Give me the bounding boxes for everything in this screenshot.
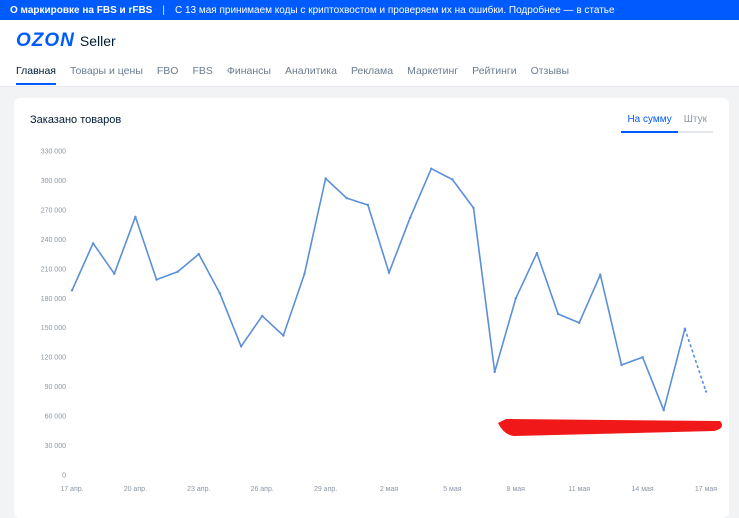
data-point [239, 345, 243, 348]
x-tick-label: 2 мая [380, 486, 399, 493]
top-header: OZON Seller Главная Товары и цены FBO FB… [0, 20, 739, 87]
x-tick-label: 17 апр. [60, 486, 83, 493]
y-tick-label: 90 000 [45, 384, 67, 391]
data-point [345, 196, 348, 200]
x-tick-label: 11 мая [568, 486, 590, 493]
data-point [535, 251, 539, 255]
data-point [662, 409, 665, 412]
tab-analytics[interactable]: Аналитика [285, 65, 337, 85]
announcement-banner[interactable]: О маркировке на FBS и rFBS | С 13 мая пр… [0, 0, 739, 20]
x-tick-label: 23 апр. [187, 486, 210, 493]
data-point [430, 167, 433, 170]
orders-chart-card: Заказано товаров На сумму Штук 0 30 000 60… [14, 98, 729, 518]
x-tick-label: 29 апр. [314, 486, 337, 493]
tab-fbo[interactable]: FBO [157, 65, 179, 85]
data-point [155, 278, 158, 281]
x-tick-label: 14 мая [631, 486, 653, 493]
tab-marketing[interactable]: Маркетинг [407, 65, 458, 85]
data-point [113, 272, 116, 275]
logo-brand: OZON [16, 30, 75, 51]
y-tick-label: 30 000 [45, 443, 67, 450]
ozon-seller-logo[interactable]: OZON Seller [16, 30, 116, 52]
data-point [556, 312, 560, 316]
series-forecast-segment [684, 328, 707, 392]
data-point [324, 177, 327, 180]
data-point [641, 355, 644, 359]
banner-separator: | [162, 4, 165, 16]
banner-text[interactable]: С 13 мая принимаем коды с криптохвостом … [175, 5, 615, 16]
y-tick-label: 0 [62, 473, 66, 480]
tab-products[interactable]: Товары и цены [70, 65, 143, 85]
tab-fbs[interactable]: FBS [192, 65, 212, 85]
tab-ads[interactable]: Реклама [351, 65, 393, 85]
banner-title[interactable]: О маркировке на FBS и rFBS [10, 5, 152, 16]
data-point [70, 289, 74, 292]
y-tick-label: 150 000 [41, 325, 66, 332]
data-point [218, 292, 222, 295]
y-tick-label: 300 000 [41, 178, 66, 185]
y-tick-label: 180 000 [41, 296, 66, 303]
tab-finance[interactable]: Финансы [227, 65, 271, 85]
data-point [514, 297, 517, 300]
tab-ratings[interactable]: Рейтинги [472, 65, 516, 85]
data-point [620, 363, 623, 367]
y-tick-label: 120 000 [41, 355, 66, 362]
logo-product: Seller [79, 33, 116, 49]
data-point [493, 370, 496, 374]
y-tick-label: 210 000 [41, 266, 66, 273]
data-point [197, 252, 200, 256]
data-point [282, 334, 285, 337]
redaction-mark [498, 419, 722, 436]
x-tick-label: 26 апр. [251, 486, 274, 493]
data-point [91, 242, 95, 245]
y-tick-label: 330 000 [41, 149, 66, 156]
data-point [451, 178, 454, 181]
data-point [134, 215, 137, 218]
data-point [366, 203, 370, 207]
x-tick-label: 8 мая [507, 486, 526, 493]
data-point [261, 314, 264, 318]
x-tick-label: 17 мая [695, 486, 717, 493]
data-point [303, 272, 306, 275]
y-tick-label: 60 000 [45, 414, 67, 421]
data-point [472, 206, 475, 210]
orders-line-chart: 0 30 000 60 000 90 000 120 000 150 000 180 000… [41, 149, 722, 493]
tab-reviews[interactable]: Отзывы [531, 65, 569, 85]
data-point [408, 216, 412, 219]
main-nav: Главная Товары и цены FBO FBS Финансы Ан… [16, 65, 583, 85]
tab-home[interactable]: Главная [16, 65, 56, 85]
y-tick-label: 240 000 [41, 237, 66, 244]
x-tick-label: 5 мая [443, 486, 462, 493]
series-line [71, 167, 686, 411]
data-point [387, 271, 391, 274]
data-point [599, 273, 602, 276]
data-point [578, 321, 581, 325]
data-point [704, 390, 708, 393]
y-tick-label: 270 000 [41, 207, 66, 214]
x-tick-label: 20 апр. [124, 486, 147, 493]
data-point [683, 327, 687, 330]
data-point [176, 270, 179, 273]
